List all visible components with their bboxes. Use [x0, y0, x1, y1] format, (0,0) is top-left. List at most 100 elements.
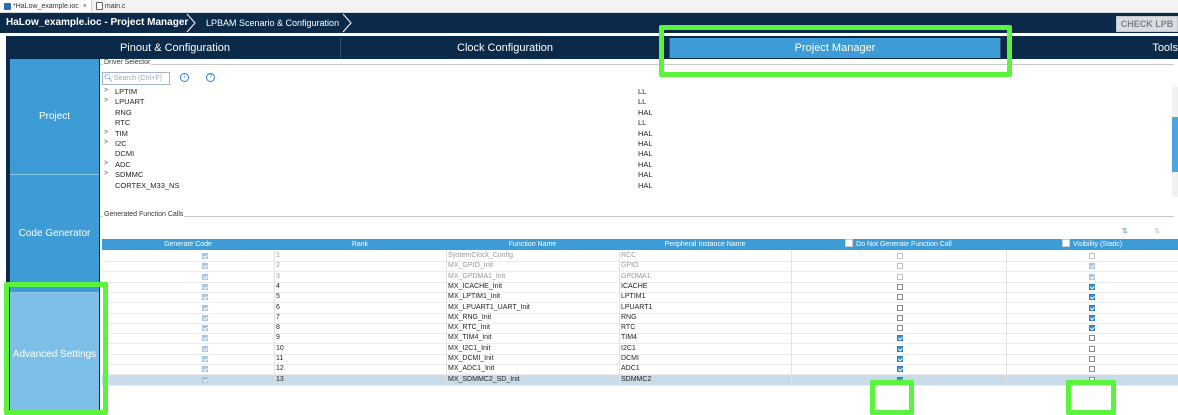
- generate-code-checkbox[interactable]: [202, 376, 208, 383]
- generate-code-checkbox[interactable]: [202, 253, 208, 259]
- tab-tools[interactable]: Tools: [1001, 38, 1178, 58]
- driver-type-select[interactable]: HAL: [638, 149, 653, 158]
- driver-type-select[interactable]: HAL: [638, 160, 653, 169]
- do-not-generate-checkbox[interactable]: [897, 345, 903, 352]
- driver-type-select[interactable]: HAL: [638, 170, 653, 179]
- editor-tab-main-c[interactable]: main.c: [92, 0, 130, 12]
- driver-peripheral-name: I2C: [115, 139, 127, 148]
- scrollbar-thumb[interactable]: [1172, 117, 1178, 172]
- do-not-generate-checkbox[interactable]: [897, 273, 903, 280]
- check-lpbam-button[interactable]: CHECK LPB: [1116, 16, 1178, 32]
- generate-code-checkbox[interactable]: [202, 356, 208, 362]
- header-checkbox[interactable]: [845, 239, 854, 247]
- do-not-generate-checkbox[interactable]: [897, 263, 903, 270]
- expand-chevron-icon[interactable]: >: [104, 170, 108, 177]
- do-not-generate-checkbox[interactable]: [897, 335, 903, 342]
- do-not-generate-checkbox[interactable]: [897, 304, 903, 311]
- generate-code-checkbox[interactable]: [202, 345, 208, 352]
- header-checkbox[interactable]: [1061, 239, 1070, 247]
- visibility-static-checkbox[interactable]: [1089, 273, 1095, 280]
- breadcrumb-project[interactable]: HaLow_example.ioc - Project Manager: [6, 13, 188, 33]
- nav-code-generator[interactable]: Code Generator: [10, 175, 99, 293]
- driver-type-select[interactable]: LL: [638, 87, 646, 96]
- driver-type-select[interactable]: LL: [638, 97, 646, 106]
- generate-code-checkbox[interactable]: [202, 283, 208, 290]
- expand-chevron-icon[interactable]: >: [104, 87, 108, 94]
- do-not-generate-checkbox[interactable]: [897, 314, 903, 321]
- driver-row[interactable]: CORTEX_M33_NS HAL: [102, 181, 1174, 191]
- expand-chevron-icon[interactable]: >: [104, 129, 108, 136]
- do-not-generate-checkbox[interactable]: [897, 325, 903, 332]
- visibility-static-checkbox[interactable]: [1089, 253, 1095, 259]
- driver-type-select[interactable]: HAL: [638, 129, 653, 138]
- col-function-name[interactable]: Function Name: [446, 239, 619, 250]
- generate-code-checkbox[interactable]: [202, 263, 208, 270]
- driver-type-select[interactable]: HAL: [638, 108, 653, 117]
- col-generate-code[interactable]: Generate Code: [102, 239, 274, 250]
- col-do-not-generate[interactable]: Do Not Generate Function Call: [791, 239, 1006, 250]
- editor-tab-ioc[interactable]: *HaLow_example.ioc ×: [0, 0, 92, 12]
- generate-code-checkbox[interactable]: [202, 304, 208, 311]
- do-not-generate-checkbox[interactable]: [897, 294, 903, 301]
- column-divider: [619, 250, 620, 384]
- search-input[interactable]: 🔍︎Search (Ctrl+F): [102, 72, 170, 85]
- visibility-static-checkbox[interactable]: [1089, 294, 1095, 301]
- visibility-static-checkbox[interactable]: [1089, 366, 1095, 373]
- rank-cell: 9: [276, 334, 280, 342]
- nav-project[interactable]: Project: [10, 59, 99, 175]
- generate-code-checkbox[interactable]: [202, 273, 208, 280]
- do-not-generate-checkbox[interactable]: [897, 253, 903, 259]
- driver-type-select[interactable]: LL: [638, 118, 646, 127]
- visibility-static-checkbox[interactable]: [1089, 263, 1095, 270]
- function-name-cell: SystemClock_Config: [448, 252, 513, 259]
- close-icon[interactable]: ×: [83, 3, 87, 10]
- visibility-static-checkbox[interactable]: [1089, 345, 1095, 352]
- col-visibility-static[interactable]: Visibility (Static): [1006, 239, 1178, 250]
- visibility-static-checkbox[interactable]: [1089, 283, 1095, 290]
- do-not-generate-checkbox[interactable]: [897, 283, 903, 290]
- driver-row[interactable]: DCMI HAL: [102, 149, 1174, 159]
- generate-code-checkbox[interactable]: [202, 325, 208, 332]
- table-header: Generate Code Rank Function Name Periphe…: [102, 239, 1178, 250]
- function-name-cell: MX_RTC_Init: [448, 324, 490, 332]
- tab-clock-configuration[interactable]: Clock Configuration: [341, 38, 670, 58]
- do-not-generate-checkbox[interactable]: [897, 356, 903, 362]
- expand-chevron-icon[interactable]: >: [104, 160, 108, 167]
- driver-row[interactable]: > TIM HAL: [102, 129, 1174, 139]
- expand-chevron-icon[interactable]: >: [104, 139, 108, 146]
- driver-row[interactable]: > LPTIM LL: [102, 87, 1174, 97]
- generate-code-checkbox[interactable]: [202, 314, 208, 321]
- driver-row[interactable]: RNG HAL: [102, 108, 1174, 118]
- driver-type-select[interactable]: HAL: [638, 181, 653, 190]
- ioc-file-icon: [4, 2, 11, 10]
- tab-pinout-configuration[interactable]: Pinout & Configuration: [10, 38, 341, 58]
- info-icon[interactable]: i: [180, 73, 189, 82]
- editor-tab-strip: *HaLow_example.ioc × main.c: [0, 0, 1178, 13]
- driver-row[interactable]: RTC LL: [102, 118, 1174, 128]
- generate-code-checkbox[interactable]: [202, 335, 208, 342]
- visibility-static-checkbox[interactable]: [1089, 304, 1095, 311]
- sort-ascending-icon[interactable]: ⇅: [1122, 227, 1128, 235]
- col-peripheral-instance[interactable]: Peripheral Instance Name: [619, 239, 791, 250]
- generate-code-checkbox[interactable]: [202, 366, 208, 373]
- table-row[interactable]: 13 MX_SDMMC2_SD_Init SDMMC2: [102, 374, 1178, 386]
- sort-descending-icon[interactable]: ⇅: [1154, 227, 1160, 235]
- expand-chevron-icon[interactable]: >: [104, 97, 108, 104]
- driver-row[interactable]: > SDMMC HAL: [102, 170, 1174, 180]
- help-icon[interactable]: ?: [206, 73, 215, 82]
- breadcrumb-lpbam[interactable]: LPBAM Scenario & Configuration: [206, 13, 339, 33]
- driver-row[interactable]: > LPUART LL: [102, 97, 1174, 107]
- generate-code-checkbox[interactable]: [202, 294, 208, 301]
- group-border: [100, 216, 1174, 217]
- driver-type-select[interactable]: HAL: [638, 139, 653, 148]
- do-not-generate-checkbox[interactable]: [897, 366, 903, 373]
- visibility-static-checkbox[interactable]: [1089, 314, 1095, 321]
- driver-row[interactable]: > I2C HAL: [102, 139, 1174, 149]
- driver-peripheral-name: LPTIM: [115, 87, 138, 96]
- driver-row[interactable]: > ADC HAL: [102, 160, 1174, 170]
- visibility-static-checkbox[interactable]: [1089, 356, 1095, 362]
- col-rank[interactable]: Rank: [274, 239, 446, 250]
- visibility-static-checkbox[interactable]: [1089, 325, 1095, 332]
- visibility-static-checkbox[interactable]: [1089, 335, 1095, 342]
- rank-cell: 6: [276, 303, 280, 311]
